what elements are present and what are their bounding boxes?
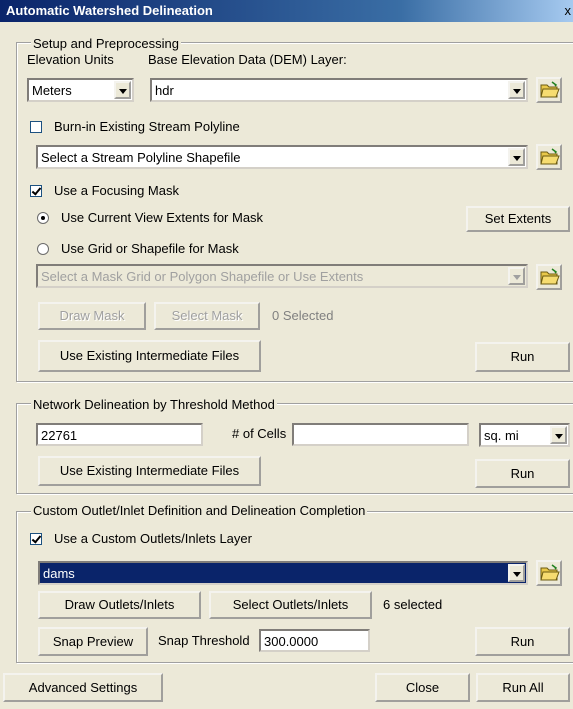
draw-mask-button[interactable]: Draw Mask [38,302,146,330]
folder-icon [540,81,560,98]
advanced-settings-button[interactable]: Advanced Settings [3,673,163,702]
grid-mask-label: Use Grid or Shapefile for Mask [61,241,239,256]
run-network-label: Run [510,465,535,481]
folder-icon [540,268,560,285]
select-mask-label: Select Mask [171,308,243,323]
view-extents-label: Use Current View Extents for Mask [61,210,264,225]
folder-icon [540,148,560,165]
chevron-down-icon[interactable] [550,426,567,444]
area-unit-value: sq. mi [484,428,519,443]
chevron-down-icon[interactable] [508,81,525,99]
use-existing-setup-label: Use Existing Intermediate Files [59,348,240,363]
elevation-units-select[interactable]: Meters [27,78,134,102]
view-extents-radio[interactable] [37,212,49,224]
snap-threshold-input[interactable]: 300.0000 [259,629,370,652]
snap-threshold-value: 300.0000 [264,634,319,649]
run-setup-label: Run [510,349,535,364]
advanced-settings-label: Advanced Settings [28,679,138,695]
mask-grid-value: Select a Mask Grid or Polygon Shapefile … [41,269,364,284]
network-group-label: Network Delineation by Threshold Method [31,397,277,412]
dem-layer-value: hdr [155,83,174,98]
select-mask-button[interactable]: Select Mask [154,302,260,330]
draw-outlets-label: Draw Outlets/Inlets [64,597,175,612]
title-bar[interactable]: Automatic Watershed Delineation x [0,0,573,22]
run-outlet-label: Run [510,633,535,649]
snap-preview-label: Snap Preview [52,633,134,649]
focus-mask-checkbox[interactable] [30,185,42,197]
run-setup-button[interactable]: Run [475,342,570,372]
run-network-button[interactable]: Run [475,459,570,488]
outlet-layer-value: dams [43,566,75,581]
chevron-down-icon[interactable] [508,267,525,285]
chevron-down-icon[interactable] [114,81,131,99]
snap-threshold-label: Snap Threshold [158,633,250,648]
run-all-label: Run All [502,679,544,695]
threshold-value: 22761 [41,428,78,443]
elevation-units-label: Elevation Units [27,52,114,67]
draw-outlets-button[interactable]: Draw Outlets/Inlets [38,591,201,619]
watershed-dialog: Automatic Watershed Delineation x Setup … [0,0,573,709]
cells-label: # of Cells [232,426,287,441]
snap-preview-button[interactable]: Snap Preview [38,627,148,656]
dem-layer-label: Base Elevation Data (DEM) Layer: [148,52,347,67]
draw-mask-label: Draw Mask [59,308,125,323]
area-input[interactable] [292,423,469,446]
outlet-browse-button[interactable] [536,560,562,586]
elevation-units-value: Meters [32,83,72,98]
mask-browse-button[interactable] [536,264,562,290]
setup-group-label: Setup and Preprocessing [31,36,181,51]
mask-grid-select[interactable]: Select a Mask Grid or Polygon Shapefile … [36,264,528,288]
dem-browse-button[interactable] [536,77,562,103]
window-title: Automatic Watershed Delineation [6,3,213,18]
run-all-button[interactable]: Run All [476,673,570,702]
outlet-layer-select[interactable]: dams [38,561,528,585]
threshold-input[interactable]: 22761 [36,423,203,446]
use-existing-setup-button[interactable]: Use Existing Intermediate Files [38,340,261,372]
custom-layer-checkbox[interactable] [30,533,42,545]
close-button[interactable]: Close [375,673,470,702]
burn-in-checkbox[interactable] [30,121,42,133]
outlet-group-label: Custom Outlet/Inlet Definition and Delin… [31,503,368,518]
select-outlets-label: Select Outlets/Inlets [232,597,349,612]
folder-icon [540,564,560,581]
set-extents-button[interactable]: Set Extents [466,206,570,232]
focus-mask-label: Use a Focusing Mask [54,183,179,198]
chevron-down-icon[interactable] [508,564,525,582]
use-existing-network-label: Use Existing Intermediate Files [59,463,240,478]
grid-mask-radio[interactable] [37,243,49,255]
area-unit-select[interactable]: sq. mi [479,423,570,447]
stream-polyline-select[interactable]: Select a Stream Polyline Shapefile [36,145,528,169]
select-outlets-button[interactable]: Select Outlets/Inlets [209,591,372,619]
mask-selected-count: 0 Selected [272,308,334,323]
stream-browse-button[interactable] [536,144,562,170]
use-existing-network-button[interactable]: Use Existing Intermediate Files [38,456,261,486]
set-extents-label: Set Extents [484,211,552,226]
stream-polyline-value: Select a Stream Polyline Shapefile [41,150,241,165]
close-icon[interactable]: x [565,0,572,22]
custom-layer-label: Use a Custom Outlets/Inlets Layer [54,531,252,546]
close-label: Close [405,679,440,695]
burn-in-label: Burn-in Existing Stream Polyline [54,119,240,134]
chevron-down-icon[interactable] [508,148,525,166]
outlets-selected-count: 6 selected [383,597,443,612]
run-outlet-button[interactable]: Run [475,627,570,656]
dem-layer-select[interactable]: hdr [150,78,528,102]
